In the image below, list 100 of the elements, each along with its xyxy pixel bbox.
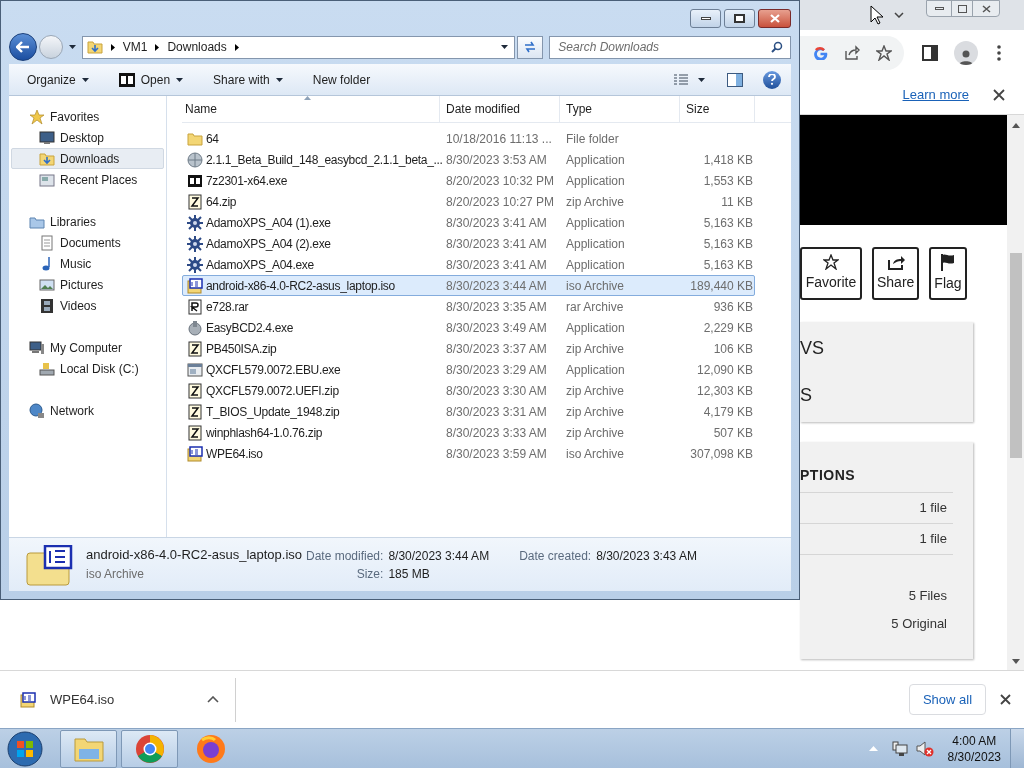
breadcrumb-item[interactable]: VM1 xyxy=(122,38,148,56)
start-button[interactable] xyxy=(4,729,46,768)
file-name: T_BIOS_Update_1948.zip xyxy=(206,403,340,421)
file-row[interactable]: WPE64.iso 8/30/2023 3:59 AM iso Archive 307,098 KB xyxy=(182,443,755,464)
file-type: Application xyxy=(565,235,626,253)
toolbar-button[interactable]: Organize xyxy=(23,67,93,92)
file-icon xyxy=(20,691,36,708)
file-type: Application xyxy=(565,319,626,337)
file-row[interactable]: QXCFL579.0072.UEFI.zip 8/30/2023 3:30 AM zip Archive 12,303 KB xyxy=(182,380,755,401)
close-icon xyxy=(769,14,780,23)
file-name: PB450ISA.zip xyxy=(206,340,277,358)
file-row[interactable]: 64.zip 8/20/2023 10:27 PM zip Archive 11 KB xyxy=(182,191,755,212)
file-date: 8/30/2023 3:37 AM xyxy=(445,340,548,358)
action-button[interactable]: Favorite xyxy=(800,247,862,300)
side-panel-button[interactable] xyxy=(922,44,938,61)
navigation-item[interactable]: Recent Places xyxy=(11,169,164,190)
navigation-item[interactable]: Desktop xyxy=(11,127,164,148)
file-row[interactable]: 64 10/18/2016 11:13 ... File folder xyxy=(182,128,755,149)
caret-icon xyxy=(501,45,509,49)
navigation-item[interactable]: Videos xyxy=(11,295,164,316)
file-name: WPE64.iso xyxy=(206,445,263,463)
navigation-item[interactable]: Network xyxy=(11,400,164,421)
column-header[interactable]: Size xyxy=(680,96,755,122)
file-date: 8/20/2023 10:27 PM xyxy=(445,193,556,211)
gear-icon xyxy=(187,235,203,252)
file-count: 1 file xyxy=(919,530,947,549)
navigation-item[interactable]: Pictures xyxy=(11,274,164,295)
navigation-item[interactable]: Libraries xyxy=(11,211,164,232)
profile-button[interactable] xyxy=(954,40,978,65)
file-type: iso Archive xyxy=(86,565,146,583)
arrow-icon xyxy=(15,41,30,53)
window-icon xyxy=(187,361,203,378)
file-type: iso Archive xyxy=(565,277,626,295)
file-row[interactable]: T_BIOS_Update_1948.zip 8/30/2023 3:31 AM zip Archive 4,179 KB xyxy=(182,401,755,422)
search-field[interactable]: Search Downloads xyxy=(549,35,791,59)
arrow-icon xyxy=(1011,659,1020,664)
navigation-item[interactable]: Favorites xyxy=(11,106,164,127)
learn-more-link[interactable]: Learn more xyxy=(902,84,969,105)
toolbar-button[interactable]: Share with xyxy=(209,67,287,92)
taskbar-button[interactable] xyxy=(121,729,178,768)
file-type: iso Archive xyxy=(565,445,626,463)
navigation-item[interactable]: Documents xyxy=(11,232,164,253)
field-value: 8/30/2023 3:43 AM xyxy=(596,548,697,565)
help-button[interactable] xyxy=(763,70,781,89)
refresh-button[interactable] xyxy=(517,35,544,59)
navigation-item[interactable]: Music xyxy=(11,253,164,274)
file-row[interactable]: QXCFL579.0072.EBU.exe 8/30/2023 3:29 AM Application 12,090 KB xyxy=(182,359,755,380)
toolbar-button[interactable]: Open xyxy=(114,67,188,92)
scrollbar-thumb[interactable] xyxy=(1009,253,1022,458)
show-all-button[interactable]: Show all xyxy=(909,684,986,715)
file-size: 936 KB xyxy=(713,298,753,316)
file-row[interactable]: AdamoXPS_A04 (2).exe 8/30/2023 3:41 AM Application 5,163 KB xyxy=(182,233,755,254)
close-icon xyxy=(993,88,1005,101)
file-type: zip Archive xyxy=(565,340,626,358)
address-bar[interactable]: VM1 Downloads xyxy=(81,35,516,59)
back-button[interactable] xyxy=(9,33,37,61)
file-size: 2,229 KB xyxy=(703,319,753,337)
file-type: Application xyxy=(565,361,626,379)
file-type: File folder xyxy=(565,130,620,148)
column-header[interactable]: Type xyxy=(560,96,680,122)
breadcrumb-item[interactable]: Downloads xyxy=(167,38,227,56)
file-icon xyxy=(187,445,203,462)
navigation-item[interactable]: My Computer xyxy=(11,337,164,358)
action-button[interactable]: Share xyxy=(872,247,920,300)
file-row[interactable]: android-x86-4.0-RC2-asus_laptop.iso 8/30/2023 3:44 AM iso Archive 189,440 KB xyxy=(182,275,755,296)
file-size: 507 KB xyxy=(713,424,753,442)
file-row[interactable]: AdamoXPS_A04 (1).exe 8/30/2023 3:41 AM Application 5,163 KB xyxy=(182,212,755,233)
column-header[interactable]: Date modified xyxy=(440,96,560,122)
drive-icon xyxy=(39,360,55,377)
file-name: 7z2301-x64.exe xyxy=(206,172,288,190)
file-row[interactable]: PB450ISA.zip 8/30/2023 3:37 AM zip Archive 106 KB xyxy=(182,338,755,359)
document-icon xyxy=(187,403,203,420)
column-header[interactable]: Name xyxy=(182,96,440,122)
toolbar-button[interactable]: New folder xyxy=(308,67,375,92)
file-row[interactable]: AdamoXPS_A04.exe 8/30/2023 3:41 AM Application 5,163 KB xyxy=(182,254,755,275)
clock[interactable]: 4:00 AM 8/30/2023 xyxy=(947,732,1001,765)
menu-button[interactable] xyxy=(996,44,1002,61)
navigation-item[interactable]: Local Disk (C:) xyxy=(11,358,164,379)
star-icon xyxy=(876,44,892,61)
action-button[interactable]: Flag xyxy=(929,247,967,300)
file-row[interactable]: winphlash64-1.0.76.zip 8/30/2023 3:33 AM zip Archive 507 KB xyxy=(182,422,755,443)
star-icon xyxy=(823,254,839,270)
file-row[interactable]: e728.rar 8/30/2023 3:35 AM rar Archive 936 KB xyxy=(182,296,755,317)
minimize-button[interactable] xyxy=(690,9,721,28)
firefox-icon xyxy=(195,733,226,764)
chevron-icon xyxy=(234,43,239,51)
field-value: 185 MB xyxy=(388,566,431,583)
close-icon xyxy=(1000,694,1011,705)
close-button[interactable] xyxy=(758,9,791,28)
person-icon xyxy=(959,48,973,65)
maximize-button[interactable] xyxy=(724,9,755,28)
file-row[interactable]: 2.1.1_Beta_Build_148_easybcd_2.1.1_beta_... 8/30/2023 3:53 AM Application 1,418 KB xyxy=(182,149,755,170)
chevron-icon xyxy=(207,696,219,703)
computer-icon xyxy=(29,339,45,356)
panel-icon xyxy=(931,46,936,59)
file-row[interactable]: EasyBCD2.4.exe 8/30/2023 3:49 AM Application 2,229 KB xyxy=(182,317,755,338)
file-row[interactable]: 7z2301-x64.exe 8/20/2023 10:32 PM Application 1,553 KB xyxy=(182,170,755,191)
restore-icon xyxy=(957,4,967,13)
document-icon xyxy=(39,234,55,251)
navigation-item[interactable]: Downloads xyxy=(11,148,164,169)
